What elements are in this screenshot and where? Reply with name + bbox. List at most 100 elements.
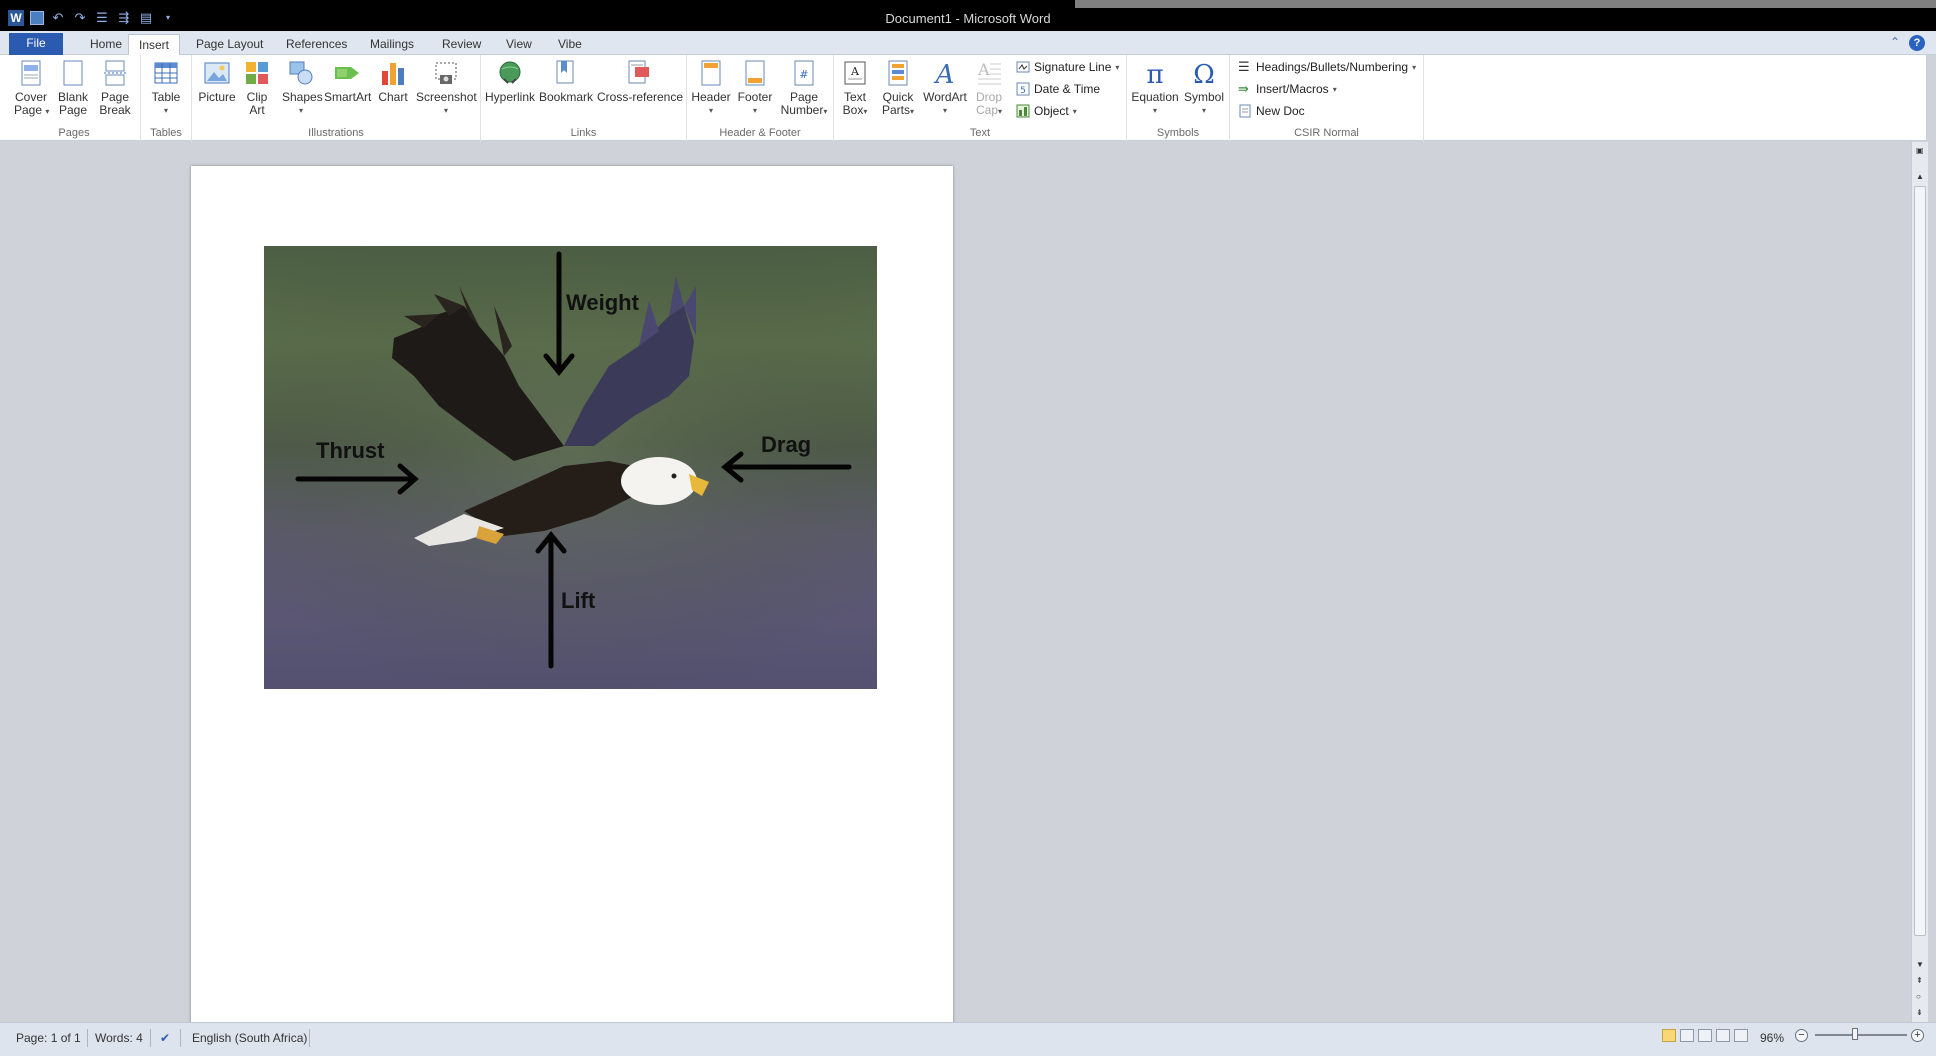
equation-button[interactable]: π Equation ▾ bbox=[1131, 59, 1179, 117]
header-button[interactable]: Header ▾ bbox=[691, 59, 731, 117]
cross-reference-button[interactable]: Cross-reference bbox=[597, 59, 683, 104]
group-label-symbols: Symbols bbox=[1156, 127, 1200, 139]
browse-object-icon[interactable]: ○ bbox=[1916, 992, 1921, 1001]
dropdown-caret-icon: ▾ bbox=[45, 107, 50, 116]
tab-vibe[interactable]: Vibe bbox=[548, 34, 592, 55]
ruler-toggle-icon[interactable]: ▣ bbox=[1916, 146, 1924, 155]
date-time-icon: 5 bbox=[1016, 82, 1030, 96]
web-layout-icon[interactable] bbox=[1698, 1029, 1712, 1042]
next-page-icon[interactable]: ⇟ bbox=[1916, 1008, 1923, 1017]
date-time-button[interactable]: 5 Date & Time bbox=[1016, 82, 1100, 96]
zoom-out-icon[interactable]: − bbox=[1795, 1029, 1808, 1042]
scroll-up-arrow-icon[interactable]: ▲ bbox=[1916, 172, 1924, 181]
dropdown-caret-icon: ▾ bbox=[910, 107, 915, 116]
signature-line-icon bbox=[1016, 61, 1030, 73]
tab-file[interactable]: File bbox=[9, 33, 63, 55]
dropdown-caret-icon: ▾ bbox=[998, 107, 1003, 116]
lift-label: Lift bbox=[561, 588, 596, 613]
new-doc-icon bbox=[1239, 104, 1251, 118]
clip-art-button[interactable]: Clip Art bbox=[242, 59, 272, 117]
help-icon[interactable]: ? bbox=[1909, 35, 1925, 51]
pi-icon: π bbox=[1146, 60, 1163, 87]
status-divider bbox=[150, 1029, 151, 1047]
signature-line-button[interactable]: Signature Line ▾ bbox=[1016, 60, 1119, 74]
eagle-force-diagram-image[interactable]: Weight Thrust Drag Lift bbox=[264, 246, 877, 689]
macros-arrow-icon: ⇛ bbox=[1238, 81, 1249, 96]
drag-label: Drag bbox=[761, 432, 812, 457]
dropdown-caret-icon: ▾ bbox=[1201, 106, 1206, 115]
group-label-text: Text bbox=[969, 127, 991, 139]
proofing-check-icon[interactable]: ✔ bbox=[160, 1031, 170, 1045]
cover-page-button[interactable]: Cover Page ▾ bbox=[14, 59, 50, 118]
zoom-in-icon[interactable]: + bbox=[1911, 1029, 1924, 1042]
group-csir-normal: ☰ Headings/Bullets/Numbering ▾ ⇛ Insert/… bbox=[1230, 55, 1424, 141]
headings-bullets-numbering-button[interactable]: ☰ Headings/Bullets/Numbering ▾ bbox=[1238, 60, 1416, 75]
blank-page-button[interactable]: Blank Page bbox=[56, 59, 90, 117]
group-pages: Cover Page ▾ Blank Page Page Break Pages bbox=[8, 55, 141, 141]
minimize-ribbon-icon[interactable]: ⌃ bbox=[1890, 35, 1900, 49]
symbol-button[interactable]: Ω Symbol ▾ bbox=[1183, 59, 1225, 117]
zoom-slider[interactable] bbox=[1815, 1034, 1907, 1036]
draft-view-icon[interactable] bbox=[1734, 1029, 1748, 1042]
group-links: Hyperlink Bookmark Cross-reference Links bbox=[481, 55, 687, 141]
zoom-level[interactable]: 96% bbox=[1760, 1031, 1784, 1045]
group-label-illustrations: Illustrations bbox=[308, 127, 364, 139]
text-box-button[interactable]: A Text Box▾ bbox=[838, 59, 872, 118]
page-count[interactable]: Page: 1 of 1 bbox=[16, 1031, 81, 1045]
dropdown-caret-icon: ▾ bbox=[163, 106, 168, 115]
group-label-header-footer: Header & Footer bbox=[719, 127, 801, 139]
previous-page-icon[interactable]: ⇞ bbox=[1916, 976, 1923, 985]
tab-insert[interactable]: Insert bbox=[128, 34, 181, 57]
quick-parts-button[interactable]: Quick Parts▾ bbox=[878, 59, 918, 118]
tab-page-layout[interactable]: Page Layout bbox=[186, 34, 273, 55]
insert-macros-button[interactable]: ⇛ Insert/Macros ▾ bbox=[1238, 81, 1337, 97]
drop-cap-button[interactable]: A Drop Cap▾ bbox=[972, 59, 1006, 118]
tab-home[interactable]: Home bbox=[80, 34, 132, 55]
status-divider bbox=[309, 1029, 310, 1047]
outline-view-icon[interactable] bbox=[1716, 1029, 1730, 1042]
new-doc-button[interactable]: New Doc bbox=[1238, 104, 1305, 118]
zoom-slider-knob[interactable] bbox=[1852, 1028, 1858, 1040]
group-header-footer: Header ▾ Footer ▾ # Page Number▾ Header … bbox=[687, 55, 834, 141]
tab-references[interactable]: References bbox=[276, 34, 357, 55]
object-button[interactable]: Object ▾ bbox=[1016, 104, 1077, 118]
group-illustrations: Picture Clip Art Shapes ▾ SmartArt Chart… bbox=[192, 55, 481, 141]
wordart-icon: A bbox=[934, 60, 955, 87]
dropdown-caret-icon: ▾ bbox=[823, 107, 828, 116]
page-number-button[interactable]: # Page Number▾ bbox=[779, 59, 829, 118]
tab-view[interactable]: View bbox=[496, 34, 542, 55]
status-divider bbox=[87, 1029, 88, 1047]
group-label-links: Links bbox=[570, 127, 597, 139]
table-button[interactable]: Table ▾ bbox=[149, 59, 183, 117]
language-indicator[interactable]: English (South Africa) bbox=[192, 1031, 307, 1045]
wordart-button[interactable]: A WordArt ▾ bbox=[922, 59, 968, 117]
bookmark-button[interactable]: Bookmark bbox=[539, 59, 593, 104]
full-screen-reading-icon[interactable] bbox=[1680, 1029, 1694, 1042]
dropdown-caret-icon: ▾ bbox=[752, 106, 757, 115]
clip-art-icon bbox=[246, 62, 268, 84]
footer-button[interactable]: Footer ▾ bbox=[735, 59, 775, 117]
smartart-button[interactable]: SmartArt bbox=[324, 59, 371, 104]
shapes-button[interactable]: Shapes ▾ bbox=[282, 59, 323, 117]
scrollbar-thumb[interactable] bbox=[1914, 186, 1926, 936]
picture-button[interactable]: Picture bbox=[198, 59, 236, 104]
omega-icon: Ω bbox=[1193, 60, 1215, 87]
scroll-down-arrow-icon[interactable]: ▼ bbox=[1916, 960, 1924, 969]
drop-cap-icon: A bbox=[977, 60, 1001, 85]
screenshot-button[interactable]: Screenshot ▾ bbox=[416, 59, 477, 117]
svg-text:π: π bbox=[1146, 60, 1163, 87]
print-layout-view-icon[interactable] bbox=[1662, 1029, 1676, 1042]
hyperlink-button[interactable]: Hyperlink bbox=[485, 59, 535, 104]
screenshot-icon bbox=[435, 62, 457, 84]
page-break-button[interactable]: Page Break bbox=[98, 59, 132, 117]
vertical-scrollbar[interactable]: ▣ ▲ ▼ ⇞ ○ ⇟ bbox=[1911, 142, 1928, 1022]
hyperlink-icon bbox=[499, 61, 521, 84]
tab-mailings[interactable]: Mailings bbox=[360, 34, 424, 55]
group-text: A Text Box▾ Quick Parts▾ A WordArt ▾ A D… bbox=[834, 55, 1127, 141]
page-break-icon bbox=[104, 60, 126, 86]
page-number-icon: # bbox=[794, 60, 814, 86]
word-count[interactable]: Words: 4 bbox=[95, 1031, 143, 1045]
tab-review[interactable]: Review bbox=[432, 34, 491, 55]
chart-button[interactable]: Chart bbox=[376, 59, 410, 104]
group-tables: Table ▾ Tables bbox=[141, 55, 192, 141]
